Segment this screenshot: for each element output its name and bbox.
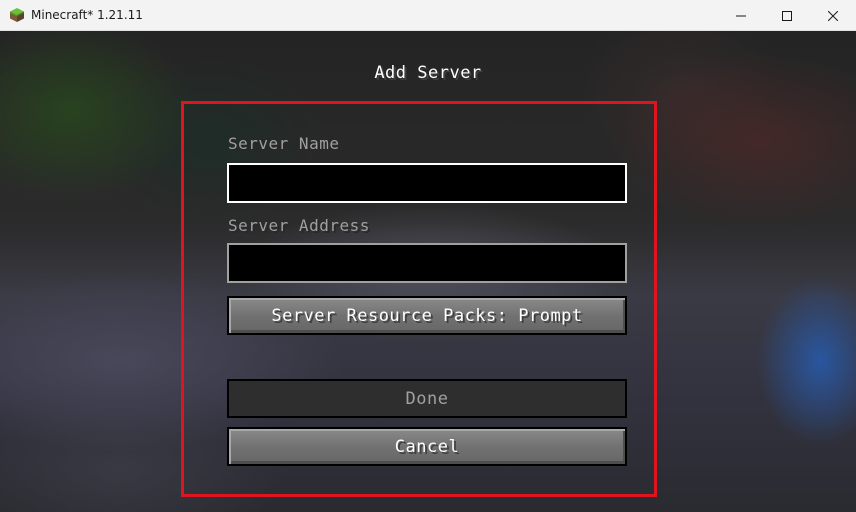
close-icon [828, 10, 838, 21]
resource-packs-button[interactable]: Server Resource Packs: Prompt [227, 296, 627, 335]
minecraft-window: Minecraft* 1.21.11 Add Server Server Nam… [0, 0, 856, 512]
minimize-button[interactable] [718, 0, 764, 31]
close-button[interactable] [810, 0, 856, 31]
cancel-button[interactable]: Cancel [227, 427, 627, 466]
server-address-input[interactable] [227, 243, 627, 283]
minecraft-grass-block-icon [9, 7, 25, 23]
maximize-icon [782, 10, 792, 21]
done-button[interactable]: Done [227, 379, 627, 418]
maximize-button[interactable] [764, 0, 810, 31]
server-name-label: Server Name [228, 134, 340, 153]
minimize-icon [736, 11, 746, 21]
title-bar: Minecraft* 1.21.11 [0, 0, 856, 31]
game-viewport: Add Server Server Name Server Address Se… [0, 31, 856, 512]
window-title: Minecraft* 1.21.11 [31, 8, 143, 22]
server-address-label: Server Address [228, 216, 370, 235]
screen-title: Add Server [374, 63, 482, 83]
server-name-input[interactable] [227, 163, 627, 203]
